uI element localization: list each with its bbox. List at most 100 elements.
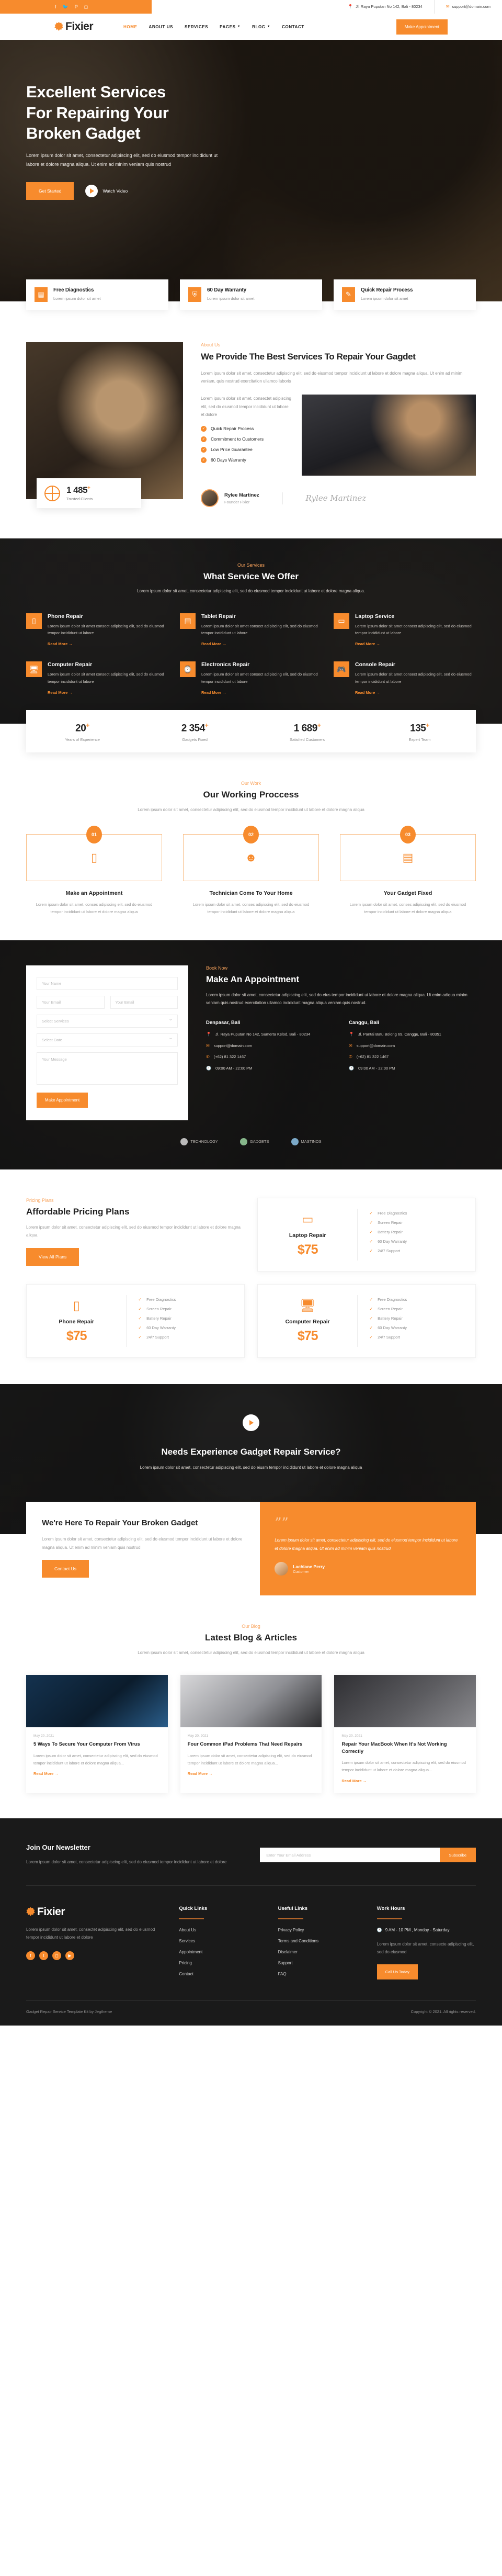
twitter-icon[interactable]: t [39, 1951, 48, 1960]
play-video-button[interactable] [243, 1414, 259, 1431]
facebook-icon[interactable]: f [26, 1951, 35, 1960]
about-image [26, 342, 183, 499]
globe-icon [44, 485, 60, 501]
check-icon: ✓ [369, 1220, 373, 1225]
footer-link-disclaimer[interactable]: Disclaimer [278, 1950, 377, 1954]
facebook-icon[interactable]: f [55, 4, 56, 9]
read-more-link[interactable]: Read More → [188, 1771, 213, 1776]
step-title: Technician Come To Your Home [209, 890, 293, 897]
footer-link-contact[interactable]: Contact [179, 1972, 278, 1976]
footer-link-terms[interactable]: Terms and Conditions [278, 1939, 377, 1943]
price-card: ▯ Phone Repair $75 ✓ Free Diagnostics ✓ Scre… [26, 1284, 245, 1358]
read-more-link[interactable]: Read More → [48, 642, 73, 646]
price-card: 🖥 Computer Repair $75 ✓ Free Diagnostics ✓ S… [257, 1284, 476, 1358]
post-excerpt: Lorem ipsum dolor sit amet, consectetur … [341, 1760, 466, 1773]
location-address: 📍 Jl. Pantai Batu Bolong 69, Canggu, Bali… [349, 1031, 476, 1038]
location-email[interactable]: ✉ support@domain.com [349, 1043, 476, 1050]
nav-item-home[interactable]: HOME [123, 25, 137, 29]
blog-post-card[interactable]: May 20, 2021 Four Common iPad Problems T… [180, 1674, 322, 1794]
twitter-icon[interactable]: 🐦 [63, 4, 69, 10]
blog-post-card[interactable]: May 20, 2021 5 Ways To Secure Your Compu… [26, 1674, 168, 1794]
divider [376, 1918, 402, 1919]
submit-appointment-button[interactable]: Make Appointment [37, 1092, 88, 1108]
plan-price: $75 [66, 1328, 87, 1343]
post-title: Four Common iPad Problems That Need Repa… [187, 1741, 303, 1747]
read-more-link[interactable]: Read More → [201, 642, 226, 646]
nav-item-pages[interactable]: PAGES ▼ [220, 25, 241, 29]
blog-post-card[interactable]: May 20, 2021 Repair Your MacBook When It… [334, 1674, 476, 1794]
plan-feature: ✓ Battery Repair [369, 1229, 403, 1234]
post-date: May 20, 2021 [341, 1734, 362, 1738]
email-input[interactable]: Your Email [37, 995, 105, 1009]
location-pin-icon: 📍 [349, 1031, 354, 1037]
service-title: Phone Repair [48, 613, 83, 620]
name-input[interactable]: Your Name [37, 976, 178, 990]
contact-us-button[interactable]: Contact Us [42, 1560, 89, 1578]
process-section: Our Work Our Working Proccess Lorem ipsu… [0, 752, 502, 940]
location-phone[interactable]: ✆ (+62) 81 322 1467 [349, 1054, 476, 1061]
footer-quick-links: Quick Links About Us Services Appointmen… [179, 1906, 278, 1983]
services-section: Our Services What Service We Offer Lorem… [0, 538, 502, 724]
location-email[interactable]: ✉ support@domain.com [206, 1043, 333, 1050]
footer-link-support[interactable]: Support [278, 1961, 377, 1965]
read-more-link[interactable]: Read More → [201, 690, 226, 695]
footer-link-privacy[interactable]: Privacy Policy [278, 1928, 377, 1932]
footer-copyright: Copyright © 2021. All rights reserved. [410, 2009, 476, 2014]
footer-link-faq[interactable]: FAQ [278, 1972, 377, 1976]
appointment-lead: Lorem ipsum dolor sit amet, consectetur … [206, 992, 467, 1006]
step-title: Your Gadget Fixed [383, 890, 432, 897]
instagram-icon[interactable]: ◻ [52, 1951, 61, 1960]
get-started-button[interactable]: Get Started [26, 182, 74, 200]
call-us-today-button[interactable]: Call Us Today [376, 1964, 418, 1979]
footer-logo[interactable]: Fixier [26, 1906, 161, 1918]
work-hours-title: Work Hours [376, 1905, 405, 1911]
counter-item: 2 354+ Gadgets Fixed [181, 722, 209, 743]
top-bar-email[interactable]: ✉ support@domain.com [435, 0, 502, 14]
check-icon: ✓ [369, 1210, 373, 1216]
pinterest-icon[interactable]: P [75, 4, 78, 9]
watch-video-label: Watch Video [102, 188, 128, 194]
nav-item-services[interactable]: SERVICES [185, 25, 208, 29]
read-more-link[interactable]: Read More → [341, 1779, 367, 1783]
plan-feature: ✓ 60 Day Warranty [138, 1325, 176, 1330]
electronics-icon: ⌚ [180, 661, 196, 678]
hero-description: Lorem ipsum dolor sit amet, consectetur … [26, 153, 218, 167]
blog-title: Latest Blog & Articles [204, 1633, 298, 1643]
date-select[interactable]: Select Date [37, 1033, 178, 1047]
footer-link-pricing[interactable]: Pricing [179, 1961, 278, 1965]
make-appointment-button[interactable]: Make Appointment [396, 19, 448, 35]
service-desc: Lorem ipsum dolor sit amet consect adipi… [201, 672, 318, 684]
process-step: 02 ☻ Technician Come To Your Home Lorem i… [183, 826, 319, 916]
watch-video-button[interactable]: Watch Video [85, 185, 128, 198]
read-more-link[interactable]: Read More → [33, 1771, 59, 1776]
footer-link-services[interactable]: Services [179, 1939, 278, 1943]
brand-mark-icon [239, 1138, 247, 1145]
footer-link-about[interactable]: About Us [179, 1928, 278, 1932]
services-grid: ▯ Phone Repair Lorem ipsum dolor sit amet … [26, 613, 476, 697]
testimonial-text: Lorem ipsum dolor sit amet, consectetur … [275, 1538, 458, 1551]
nav-item-blog[interactable]: BLOG ▼ [252, 25, 270, 29]
brand-mark-icon [291, 1138, 299, 1145]
about-lead: Lorem ipsum dolor sit amet, consectetur … [201, 370, 463, 384]
nav-item-contact[interactable]: CONTACT [282, 25, 304, 29]
nav-item-about[interactable]: ABOUT US [149, 25, 173, 29]
service-title: Tablet Repair [201, 613, 236, 620]
message-textarea[interactable]: Your Message [37, 1052, 178, 1085]
service-desc: Lorem ipsum dolor sit amet consect adipi… [355, 623, 472, 636]
newsletter-email-input[interactable]: Enter Your Email Address [260, 1848, 440, 1863]
view-all-plans-button[interactable]: View All Plans [26, 1247, 79, 1266]
service-select[interactable]: Select Services [37, 1014, 178, 1028]
site-footer: Join Our Newsletter Lorem ipsum dolor si… [0, 1818, 502, 2026]
youtube-icon[interactable]: ▶ [65, 1951, 74, 1960]
cta-title: We're Here To Repair Your Broken Gadget [42, 1518, 198, 1528]
read-more-link[interactable]: Read More → [355, 642, 380, 646]
phone-input[interactable]: Your Email [110, 995, 178, 1009]
location-phone[interactable]: ✆ (+62) 81 322 1467 [206, 1054, 333, 1061]
footer-link-appointment[interactable]: Appointment [179, 1950, 278, 1954]
instagram-icon[interactable]: ◻ [84, 4, 88, 10]
read-more-link[interactable]: Read More → [48, 690, 73, 695]
site-logo[interactable]: Fixier [54, 20, 94, 33]
services-header: Our Services What Service We Offer Lorem… [0, 563, 502, 595]
read-more-link[interactable]: Read More → [355, 690, 380, 695]
subscribe-button[interactable]: Subscribe [439, 1848, 476, 1863]
